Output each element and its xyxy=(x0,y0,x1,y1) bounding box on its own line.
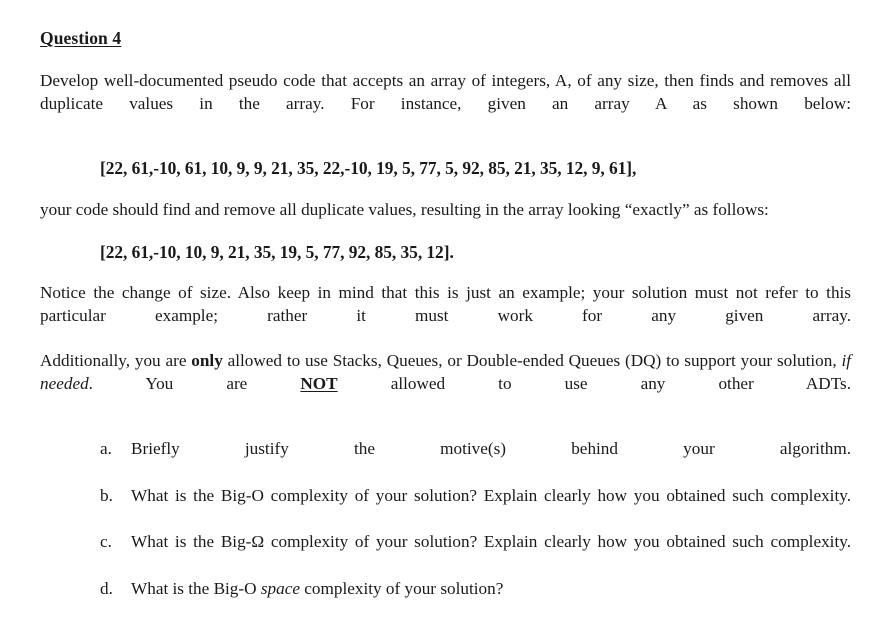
list-text-a: Briefly justify the motive(s) behind you… xyxy=(131,439,851,459)
restriction-text-part1: Additionally, you are xyxy=(40,351,192,371)
emphasis-only: only xyxy=(191,351,223,371)
restriction-text-part2: allowed to use Stacks, Queues, or Double… xyxy=(222,351,842,371)
emphasis-space: space xyxy=(260,578,300,598)
emphasis-not: NOT xyxy=(300,374,338,393)
output-array-text: [22, 61,-10, 10, 9, 21, 35, 19, 5, 77, 9… xyxy=(100,241,454,262)
list-text-d-prefix: What is the Big-O xyxy=(131,578,261,598)
page-title: Question 4 xyxy=(40,28,122,48)
restriction-text-part4: allowed to use any other ADTs. xyxy=(337,374,851,393)
instruction-paragraph: your code should find and remove all dup… xyxy=(40,199,769,219)
list-item-b: b. What is the Big-O complexity of your s… xyxy=(40,485,851,530)
list-marker-b: b. xyxy=(100,485,113,505)
restriction-text-part3: . You are xyxy=(88,374,301,393)
intro-paragraph: Develop well-documented pseudo code that… xyxy=(40,71,851,113)
list-item-d: d. What is the Big-O space complexity of … xyxy=(40,578,851,623)
restriction-paragraph: Additionally, you are only allowed to us… xyxy=(40,350,851,418)
list-item-c: c. What is the Big-Ω complexity of your s… xyxy=(40,531,851,576)
list-marker-d: d. xyxy=(100,578,113,598)
list-item-a: a. Briefly justify the motive(s) behind y… xyxy=(40,438,851,483)
notice-paragraph: Notice the change of size. Also keep in … xyxy=(40,283,851,325)
list-marker-c: c. xyxy=(100,532,112,552)
list-text-d-suffix: complexity of your solution? xyxy=(299,578,504,598)
list-text-b: What is the Big-O complexity of your sol… xyxy=(131,485,851,505)
list-text-c: What is the Big-Ω complexity of your sol… xyxy=(131,532,851,552)
document-page: Question 4 Develop well-documented pseud… xyxy=(0,0,889,598)
input-array-text: [22, 61,-10, 61, 10, 9, 9, 21, 35, 22,-1… xyxy=(100,158,637,179)
list-marker-a: a. xyxy=(100,439,112,459)
document-content: Question 4 Develop well-documented pseud… xyxy=(40,28,851,623)
